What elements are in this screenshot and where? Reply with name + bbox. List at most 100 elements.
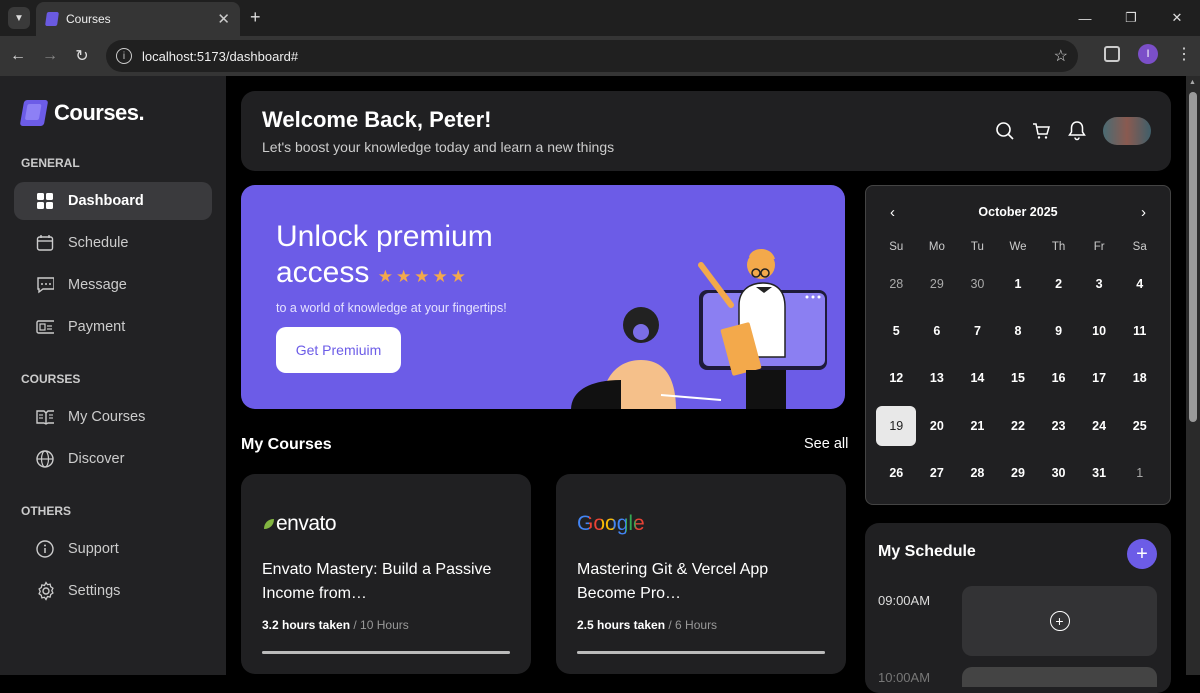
hours-total: / 6 Hours	[668, 618, 718, 632]
course-card[interactable]: envato Envato Mastery: Build a Passive I…	[241, 474, 531, 674]
calendar-day[interactable]: 26	[876, 449, 917, 496]
course-title: Envato Mastery: Build a Passive Income f…	[262, 561, 492, 602]
bell-icon[interactable]	[1067, 121, 1087, 141]
calendar-day[interactable]: 5	[876, 307, 917, 354]
calendar-day-number: 20	[929, 418, 944, 433]
sidebar-item-schedule[interactable]: Schedule	[14, 224, 212, 262]
section-title-general: GENERAL	[21, 156, 80, 170]
weekday-label: We	[1009, 241, 1027, 253]
tab-search-button[interactable]: ▼	[8, 7, 30, 29]
calendar-day-number: 18	[1132, 371, 1147, 386]
forward-button[interactable]: →	[40, 47, 60, 65]
my-courses-heading: My Courses	[241, 436, 332, 453]
calendar-day[interactable]: 18	[1119, 355, 1160, 402]
address-bar-row: ← → ↻ i localhost:5173/dashboard# ☆ I ⋮	[0, 36, 1200, 76]
close-window-button[interactable]: ✕	[1154, 0, 1200, 36]
sidebar-item-my-courses[interactable]: My Courses	[14, 398, 212, 436]
add-schedule-button[interactable]: +	[1127, 539, 1157, 569]
sidebar-item-discover[interactable]: Discover	[14, 440, 212, 478]
calendar-day-number: 7	[973, 323, 981, 338]
bookmark-star-icon[interactable]: ☆	[1054, 46, 1068, 66]
calendar-day[interactable]: 17	[1079, 355, 1120, 402]
sidebar-item-support[interactable]: Support	[14, 530, 212, 568]
brand-name: envato	[276, 512, 337, 535]
calendar-day[interactable]: 31	[1079, 449, 1120, 496]
calendar-day[interactable]: 7	[957, 307, 998, 354]
url-field[interactable]: i localhost:5173/dashboard# ☆	[106, 40, 1078, 72]
calendar-day[interactable]: 10	[1079, 307, 1120, 354]
banner-title-line2: access	[276, 256, 370, 289]
course-card[interactable]: Google Mastering Git & Vercel App Become…	[556, 474, 846, 674]
search-icon[interactable]	[995, 121, 1015, 141]
avatar[interactable]	[1103, 117, 1151, 145]
calendar-day[interactable]: 3	[1079, 260, 1120, 307]
calendar-day-number: 28	[970, 465, 985, 480]
chevron-right-icon[interactable]: ›	[1141, 204, 1146, 221]
sidebar-item-message[interactable]: Message	[14, 266, 212, 304]
calendar-day[interactable]: 8	[998, 307, 1039, 354]
calendar-day-number: 11	[1133, 323, 1147, 338]
browser-menu-icon[interactable]: ⋮	[1176, 44, 1192, 64]
profile-avatar[interactable]: I	[1138, 44, 1158, 64]
calendar-day[interactable]: 9	[1038, 307, 1079, 354]
get-premium-button[interactable]: Get Premiuim	[276, 327, 401, 373]
book-open-icon	[36, 408, 54, 426]
page-scrollbar[interactable]: ▲	[1186, 76, 1200, 675]
calendar-icon	[36, 234, 54, 252]
google-logo: Google	[577, 510, 825, 538]
new-tab-button[interactable]: +	[250, 7, 261, 28]
calendar-day[interactable]: 6	[917, 307, 958, 354]
calendar-day-selected[interactable]: 19	[876, 402, 917, 449]
calendar-day-number: 29	[1011, 465, 1025, 480]
calendar-day[interactable]: 21	[957, 402, 998, 449]
calendar-day[interactable]: 24	[1079, 402, 1120, 449]
tab-close-icon[interactable]: ✕	[217, 10, 230, 28]
calendar-day-number: 15	[1011, 371, 1025, 386]
app-root: Courses. GENERAL Dashboard Schedule Mess…	[0, 76, 1200, 693]
calendar-day[interactable]: 1	[1119, 449, 1160, 496]
calendar-day[interactable]: 11	[1119, 307, 1160, 354]
scroll-up-icon[interactable]: ▲	[1189, 79, 1196, 86]
calendar-day[interactable]: 29	[998, 449, 1039, 496]
calendar-day[interactable]: 30	[1038, 449, 1079, 496]
see-all-link[interactable]: See all	[804, 436, 848, 452]
calendar-day[interactable]: 27	[917, 449, 958, 496]
calendar-day[interactable]: 28	[957, 449, 998, 496]
schedule-time: 10:00AM	[878, 670, 931, 685]
premium-banner: Unlock premium access ★★★★★ to a world o…	[241, 185, 845, 409]
back-button[interactable]: ←	[8, 47, 28, 65]
scrollbar-thumb[interactable]	[1189, 92, 1197, 422]
calendar-day[interactable]: 4	[1119, 260, 1160, 307]
calendar-day-number: 13	[929, 371, 944, 386]
sidebar-item-settings[interactable]: Settings	[14, 572, 212, 610]
cart-icon[interactable]	[1031, 121, 1051, 141]
sidebar-item-payment[interactable]: Payment	[14, 308, 212, 346]
weekday-label: Th	[1051, 241, 1066, 253]
browser-tab[interactable]: Courses ✕	[36, 2, 240, 36]
minimize-button[interactable]: —	[1062, 0, 1108, 36]
calendar-day[interactable]: 16	[1038, 355, 1079, 402]
extensions-icon[interactable]	[1104, 46, 1120, 62]
calendar-day[interactable]: 20	[917, 402, 958, 449]
restore-button[interactable]: ❐	[1108, 0, 1154, 36]
calendar-day[interactable]: 22	[998, 402, 1039, 449]
calendar-day-number: 28	[889, 276, 904, 291]
calendar-day[interactable]: 25	[1119, 402, 1160, 449]
chevron-left-icon[interactable]: ‹	[890, 204, 895, 221]
calendar-day[interactable]: 23	[1038, 402, 1079, 449]
logo[interactable]: Courses.	[14, 100, 212, 126]
calendar-day[interactable]: 1	[998, 260, 1039, 307]
calendar-day[interactable]: 14	[957, 355, 998, 402]
calendar-day[interactable]: 2	[1038, 260, 1079, 307]
calendar-day[interactable]: 30	[957, 260, 998, 307]
sidebar-item-dashboard[interactable]: Dashboard	[14, 182, 212, 220]
calendar-day[interactable]: 12	[876, 355, 917, 402]
calendar-day[interactable]: 29	[917, 260, 958, 307]
reload-button[interactable]: ↻	[72, 46, 92, 66]
calendar-day[interactable]: 28	[876, 260, 917, 307]
calendar-day[interactable]: 13	[917, 355, 958, 402]
calendar-day[interactable]: 15	[998, 355, 1039, 402]
schedule-slot[interactable]	[962, 667, 1157, 687]
schedule-slot[interactable]: +	[962, 586, 1157, 656]
site-info-icon[interactable]: i	[116, 48, 132, 64]
